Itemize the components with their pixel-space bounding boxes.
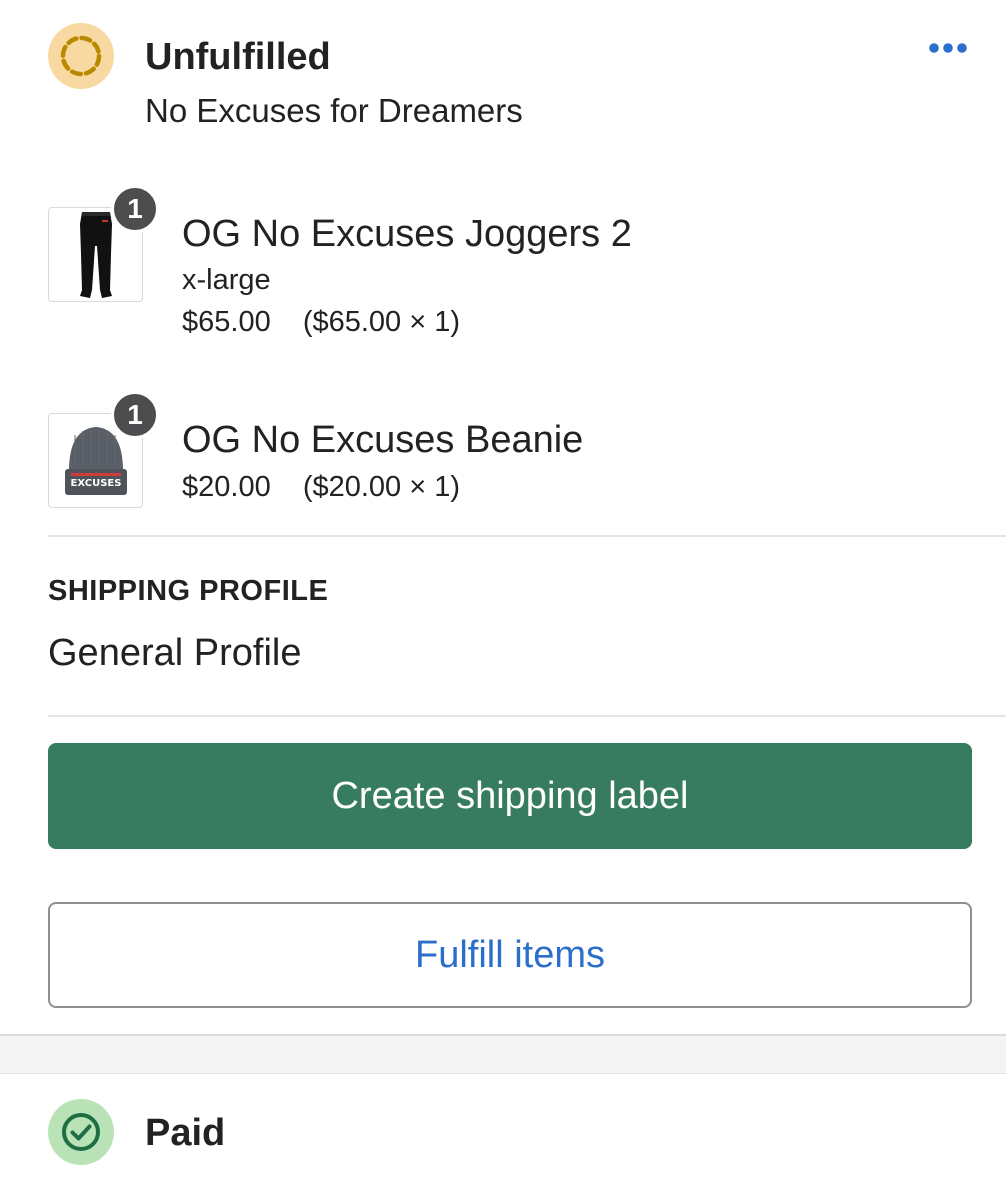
item-price: $20.00 <box>182 471 271 503</box>
check-circle-icon <box>48 1099 114 1165</box>
fulfillment-location: No Excuses for Dreamers <box>145 92 523 129</box>
more-horizontal-icon <box>929 43 967 53</box>
product-thumbnail[interactable]: 1 <box>48 185 159 302</box>
item-variant: x-large <box>182 264 271 296</box>
payment-status-title: Paid <box>145 1112 226 1154</box>
item-price-row: $20.00 ($20.00 × 1) <box>182 471 460 504</box>
fulfill-items-button[interactable]: Fulfill items <box>48 902 972 1008</box>
fulfillment-status-title: Unfulfilled <box>145 36 331 78</box>
item-price: $65.00 <box>182 306 271 338</box>
quantity-badge: 1 <box>111 391 159 439</box>
section-separator <box>0 1034 1006 1074</box>
item-price-row: $65.00 ($65.00 × 1) <box>182 306 460 339</box>
beanie-print-text: EXCUSES <box>70 478 121 489</box>
shipping-profile-name: General Profile <box>48 632 302 674</box>
quantity-badge: 1 <box>111 185 159 233</box>
divider <box>48 715 1006 717</box>
more-actions-button[interactable] <box>922 30 974 66</box>
product-thumbnail[interactable]: EXCUSES 1 <box>48 391 159 508</box>
shipping-profile-label: SHIPPING PROFILE <box>48 575 329 607</box>
unfulfilled-dashed-circle-icon <box>48 23 114 89</box>
divider <box>48 535 1006 537</box>
item-name[interactable]: OG No Excuses Beanie <box>182 419 583 462</box>
item-name[interactable]: OG No Excuses Joggers 2 <box>182 213 632 256</box>
fulfillment-card: Unfulfilled No Excuses for Dreamers 1 OG… <box>0 0 1006 1034</box>
item-price-breakdown: ($65.00 × 1) <box>302 306 461 338</box>
item-price-breakdown: ($20.00 × 1) <box>302 471 461 503</box>
create-shipping-label-button[interactable]: Create shipping label <box>48 743 972 849</box>
